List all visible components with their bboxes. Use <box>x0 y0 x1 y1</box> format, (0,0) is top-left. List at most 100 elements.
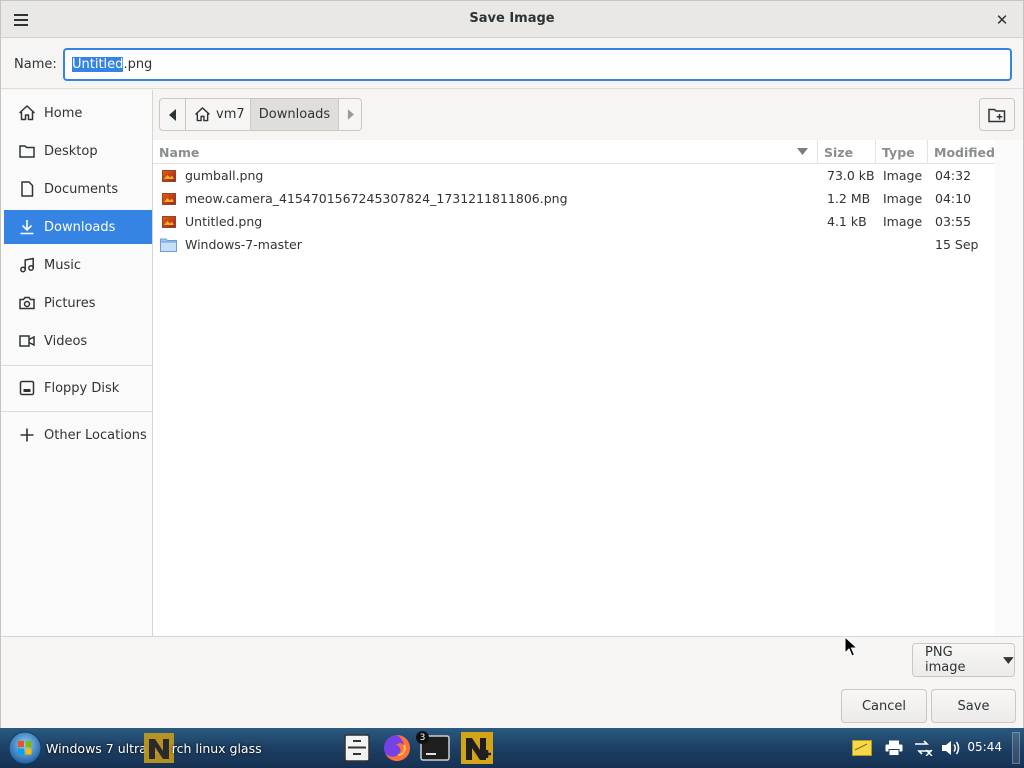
taskbar-window-title-rest: rch linux glass <box>171 740 262 756</box>
sidebar-item-desktop[interactable]: Desktop <box>4 134 152 168</box>
path-bar: vm7 Downloads <box>159 98 362 131</box>
file-size: 73.0 kB <box>827 168 875 183</box>
chevron-right-icon <box>347 109 354 120</box>
column-modified-label: Modified <box>934 144 995 160</box>
image-file-icon <box>162 187 176 210</box>
file-size: 4.1 kB <box>827 214 867 229</box>
save-image-dialog: Save Image ✕ Name: Untitled .png Home Des… <box>0 0 1024 729</box>
chevron-down-icon <box>1003 656 1014 664</box>
sidebar-item-videos[interactable]: Videos <box>4 324 152 358</box>
network-disconnected-icon <box>915 740 933 756</box>
file-type: Image <box>883 214 923 229</box>
app-logo-icon <box>461 732 493 764</box>
file-type: Image <box>883 191 923 206</box>
sidebar-item-label: Documents <box>44 181 119 197</box>
sidebar-item-pictures[interactable]: Pictures <box>4 286 152 320</box>
printer-icon <box>885 740 903 756</box>
filename-extension-text: .png <box>123 57 153 72</box>
sidebar-item-documents[interactable]: Documents <box>4 172 152 206</box>
path-segment-label: vm7 <box>216 107 245 122</box>
file-browser: vm7 Downloads Name Size Type Modified gu… <box>153 90 1023 636</box>
path-segment-downloads[interactable]: Downloads <box>251 99 339 130</box>
column-type[interactable]: Type <box>882 140 915 164</box>
path-segment-label: Downloads <box>258 107 331 122</box>
file-row[interactable]: Windows-7-master 15 Sep <box>153 233 995 256</box>
home-icon <box>195 107 210 122</box>
printer-tray-button[interactable] <box>882 730 906 766</box>
sidebar-item-label: Desktop <box>44 143 98 159</box>
close-button[interactable]: ✕ <box>991 9 1013 31</box>
video-icon <box>18 332 36 350</box>
column-modified[interactable]: Modified <box>934 140 995 164</box>
column-separator <box>875 140 876 164</box>
path-segment-home[interactable]: vm7 <box>186 99 251 130</box>
sidebar-item-other-locations[interactable]: Other Locations <box>4 418 152 452</box>
folder-icon <box>18 142 36 160</box>
mouse-pointer-icon <box>844 636 858 657</box>
sidebar-item-label: Music <box>44 257 81 273</box>
file-cabinet-icon <box>344 734 370 762</box>
location-toolbar: vm7 Downloads <box>153 90 1023 140</box>
volume-tray-button[interactable] <box>939 730 963 766</box>
file-name: meow.camera_4154701567245307824_17312118… <box>185 191 568 206</box>
file-type-filter-dropdown[interactable]: PNG image <box>912 643 1015 677</box>
sidebar-item-music[interactable]: Music <box>4 248 152 282</box>
column-separator <box>817 140 818 164</box>
file-row[interactable]: Untitled.png 4.1 kB Image 03:55 <box>153 210 995 233</box>
dialog-footer: PNG image Cancel Save <box>1 636 1023 729</box>
taskbar: Windows 7 ultra L rch linux glass 3 05:4… <box>0 728 1024 768</box>
path-back-button[interactable] <box>160 99 186 130</box>
dialog-title: Save Image <box>469 11 555 26</box>
save-button[interactable]: Save <box>931 689 1016 723</box>
image-file-icon <box>162 164 176 187</box>
file-name: Untitled.png <box>185 214 263 229</box>
notes-tray-button[interactable] <box>850 730 874 766</box>
terminal-window-count-badge: 3 <box>416 731 429 744</box>
sidebar-item-home[interactable]: Home <box>4 96 152 130</box>
speaker-icon <box>942 741 960 755</box>
file-modified: 04:10 <box>935 191 972 206</box>
sidebar-item-floppy-disk[interactable]: Floppy Disk <box>4 371 152 405</box>
firefox-icon <box>384 735 410 761</box>
taskbar-window-button[interactable]: Windows 7 ultra L rch linux glass <box>44 730 336 766</box>
start-button[interactable] <box>6 730 44 766</box>
column-name[interactable]: Name <box>159 140 815 164</box>
file-modified: 03:55 <box>935 214 972 229</box>
file-row[interactable]: gumball.png 73.0 kB Image 04:32 <box>153 164 995 187</box>
column-header: Name Size Type Modified <box>153 140 995 164</box>
column-size-label: Size <box>824 144 854 160</box>
firefox-launcher[interactable] <box>378 730 416 766</box>
sort-descending-icon[interactable] <box>797 148 808 155</box>
sidebar-item-label: Other Locations <box>44 427 147 443</box>
cancel-button[interactable]: Cancel <box>841 689 927 723</box>
clock[interactable]: 05:44 <box>967 740 1002 754</box>
folder-icon <box>160 233 177 256</box>
column-size[interactable]: Size <box>824 140 853 164</box>
sticky-note-icon <box>852 740 872 756</box>
file-row[interactable]: meow.camera_4154701567245307824_17312118… <box>153 187 995 210</box>
filename-selected-text: Untitled <box>72 57 124 72</box>
file-size: 1.2 MB <box>827 191 871 206</box>
scrollbar[interactable] <box>995 140 1023 636</box>
sidebar-item-downloads[interactable]: Downloads <box>4 210 152 244</box>
column-separator <box>927 140 928 164</box>
chevron-left-icon <box>168 108 176 121</box>
new-folder-button[interactable] <box>979 98 1015 131</box>
sidebar-item-label: Downloads <box>44 219 116 235</box>
file-manager-launcher[interactable] <box>340 730 374 766</box>
windows-logo-icon <box>8 731 42 765</box>
taskbar-window-title: Windows 7 ultra L <box>46 740 158 756</box>
path-forward-button[interactable] <box>339 99 361 130</box>
file-name: gumball.png <box>185 168 264 183</box>
network-tray-button[interactable] <box>911 730 935 766</box>
filename-input[interactable]: Untitled .png <box>63 48 1012 81</box>
file-name: Windows-7-master <box>185 237 302 252</box>
save-label: Save <box>957 698 990 714</box>
show-desktop-button[interactable] <box>1012 732 1020 764</box>
new-folder-icon <box>988 108 1006 122</box>
app-launcher[interactable] <box>458 730 496 766</box>
download-icon <box>18 218 36 236</box>
plus-icon <box>18 426 36 444</box>
terminal-launcher[interactable]: 3 <box>416 730 454 766</box>
image-file-icon <box>162 210 176 233</box>
